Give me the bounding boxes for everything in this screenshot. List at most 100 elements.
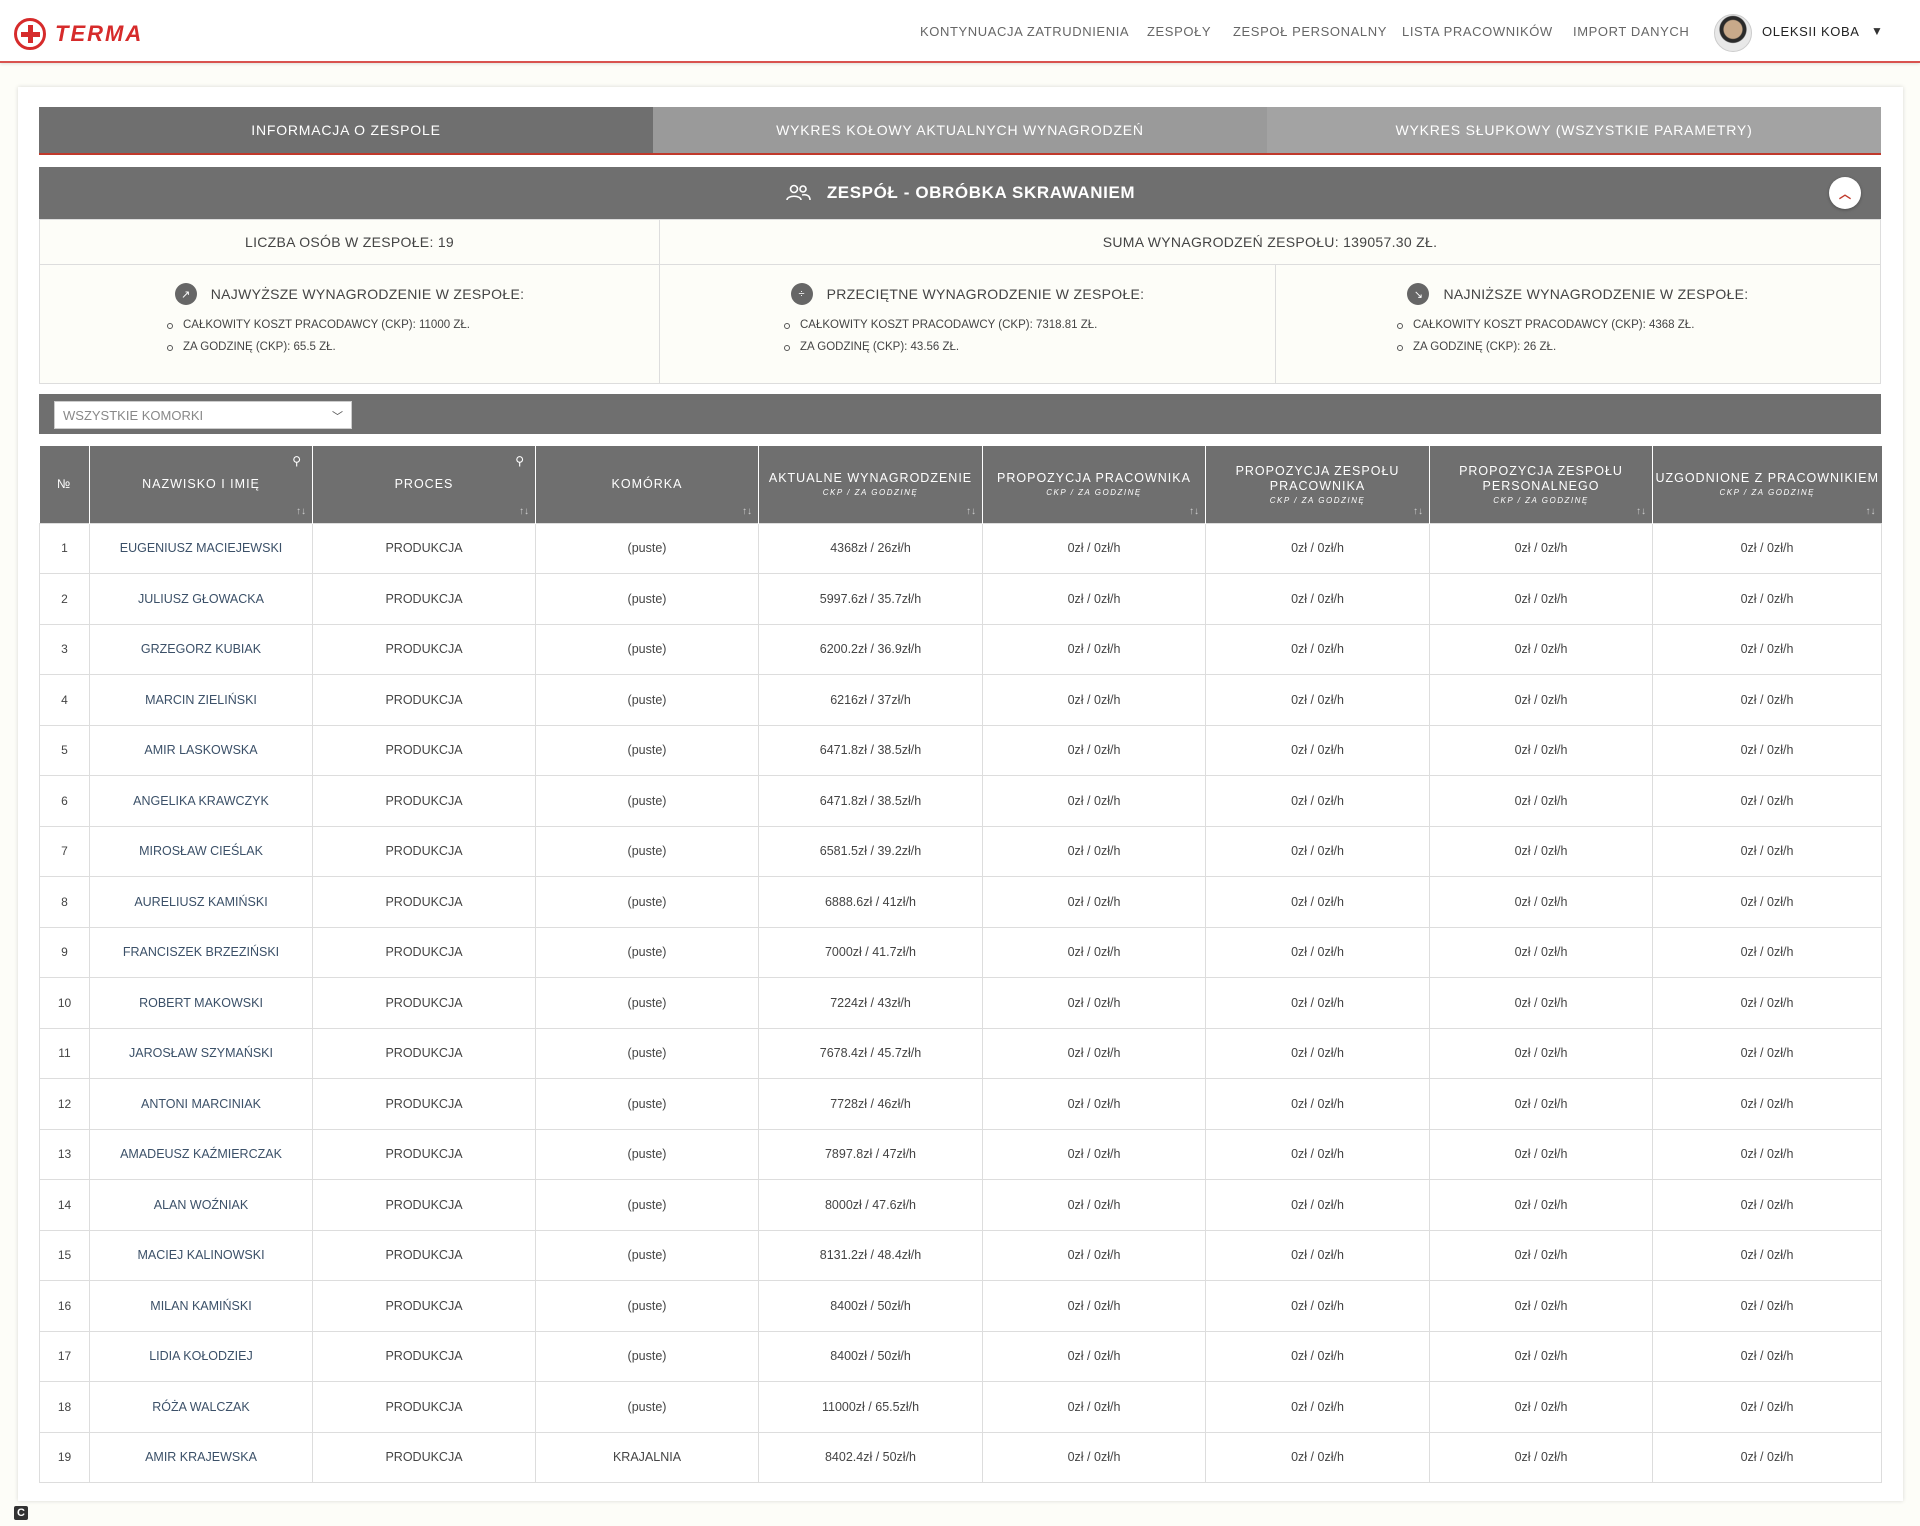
column-header[interactable]: UZGODNIONE Z PRACOWNIKIEM CKP / ZA GODZIN… — [1652, 446, 1882, 523]
table-row[interactable]: 10 ROBERT MAKOWSKI PRODUKCJA (puste) 7224zł … — [39, 977, 1882, 1029]
sort-icon[interactable]: ↑↓ — [1866, 506, 1876, 517]
table-cell: 0zł / 0zł/h — [982, 1431, 1206, 1483]
column-header[interactable]: KOMÓRKA ↑↓ — [535, 446, 759, 523]
search-icon[interactable]: ⚲ — [515, 454, 525, 468]
table-cell: 0zł / 0zł/h — [1652, 724, 1882, 776]
terma-logo[interactable]: TERMA — [14, 18, 143, 50]
table-row[interactable]: 17 LIDIA KOŁODZIEJ PRODUKCJA (puste) 8400zł … — [39, 1330, 1882, 1382]
column-header[interactable]: PROCES ⚲ ↑↓ — [312, 446, 536, 523]
table-cell: 0zł / 0zł/h — [1205, 1381, 1430, 1433]
table-cell: 0zł / 0zł/h — [982, 775, 1206, 827]
table-row[interactable]: 12 ANTONI MARCINIAK PRODUKCJA (puste) 7728zł… — [39, 1078, 1882, 1130]
table-row[interactable]: 11 JAROSŁAW SZYMAŃSKI PRODUKCJA (puste) 7678… — [39, 1027, 1882, 1079]
stat-hour: ZA GODZINĘ (CKP): 43.56 ZŁ. — [784, 341, 1097, 353]
table-cell: 0zł / 0zł/h — [982, 926, 1206, 978]
sort-icon[interactable]: ↑↓ — [519, 506, 529, 517]
table-row[interactable]: 7 MIROSŁAW CIEŚLAK PRODUKCJA (puste) 6581.5z… — [39, 825, 1882, 877]
table-cell: 0zł / 0zł/h — [982, 1381, 1206, 1433]
table-cell: PRODUKCJA — [312, 522, 536, 574]
table-cell: 7728zł / 46zł/h — [758, 1078, 983, 1130]
table-row[interactable]: 14 ALAN WOŹNIAK PRODUKCJA (puste) 8000zł / 4… — [39, 1179, 1882, 1231]
table-cell: JAROSŁAW SZYMAŃSKI — [89, 1027, 313, 1079]
nav-zespoly[interactable]: ZESPOŁY — [1147, 24, 1211, 39]
table-row[interactable]: 5 AMIR LASKOWSKA PRODUKCJA (puste) 6471.8zł … — [39, 724, 1882, 776]
table-cell: 4368zł / 26zł/h — [758, 522, 983, 574]
table-row[interactable]: 2 JULIUSZ GŁOWACKA PRODUKCJA (puste) 5997.6z… — [39, 573, 1882, 625]
nav-kontynuacja[interactable]: KONTYNUACJA ZATRUDNIENIA — [920, 24, 1129, 39]
sort-icon[interactable]: ↑↓ — [296, 506, 306, 517]
table-row[interactable]: 16 MILAN KAMIŃSKI PRODUKCJA (puste) 8400zł /… — [39, 1280, 1882, 1332]
table-cell: (puste) — [535, 775, 759, 827]
table-cell: 0zł / 0zł/h — [982, 623, 1206, 675]
table-cell: 0zł / 0zł/h — [982, 573, 1206, 625]
sort-icon[interactable]: ↑↓ — [1413, 506, 1423, 517]
sort-icon[interactable]: ↑↓ — [742, 506, 752, 517]
column-header-subtitle: CKP / ZA GODZINĘ — [1269, 495, 1366, 505]
table-cell: 0zł / 0zł/h — [1205, 1431, 1430, 1483]
table-cell: PRODUKCJA — [312, 1078, 536, 1130]
avatar[interactable] — [1714, 14, 1752, 52]
table-cell: 0zł / 0zł/h — [1652, 1431, 1882, 1483]
table-cell: 0zł / 0zł/h — [1429, 1381, 1653, 1433]
table-cell: JULIUSZ GŁOWACKA — [89, 573, 313, 625]
table-cell: 0zł / 0zł/h — [1429, 1179, 1653, 1231]
table-row[interactable]: 3 GRZEGORZ KUBIAK PRODUKCJA (puste) 6200.2zł… — [39, 623, 1882, 675]
sort-icon[interactable]: ↑↓ — [1189, 506, 1199, 517]
table-cell: MARCIN ZIELIŃSKI — [89, 674, 313, 726]
table-cell: 0zł / 0zł/h — [1652, 522, 1882, 574]
table-cell: 0zł / 0zł/h — [1652, 1078, 1882, 1130]
table-cell: 0zł / 0zł/h — [1205, 775, 1430, 827]
table-row[interactable]: 19 AMIR KRAJEWSKA PRODUKCJA KRAJALNIA 8402.4… — [39, 1431, 1882, 1483]
table-cell: (puste) — [535, 1179, 759, 1231]
sort-icon[interactable]: ↑↓ — [1636, 506, 1646, 517]
column-header-title: PROPOZYCJA PRACOWNIKA — [997, 471, 1191, 486]
komorka-select[interactable]: WSZYSTKIE KOMORKI ﹀ — [54, 401, 352, 429]
table-row[interactable]: 4 MARCIN ZIELIŃSKI PRODUKCJA (puste) 6216zł … — [39, 674, 1882, 726]
table-cell: 0zł / 0zł/h — [1429, 1431, 1653, 1483]
table-cell: ROBERT MAKOWSKI — [89, 977, 313, 1029]
table-row[interactable]: 1 EUGENIUSZ MACIEJEWSKI PRODUKCJA (puste) 43… — [39, 522, 1882, 574]
collapse-button[interactable]: ︿ — [1829, 177, 1861, 209]
table-cell: 0zł / 0zł/h — [982, 876, 1206, 928]
table-cell: LIDIA KOŁODZIEJ — [89, 1330, 313, 1382]
table-row[interactable]: 9 FRANCISZEK BRZEZIŃSKI PRODUKCJA (puste) 70… — [39, 926, 1882, 978]
column-header[interactable]: PROPOZYCJA ZESPOŁU PRACOWNIKA CKP / ZA GO… — [1205, 446, 1430, 523]
table-cell: 0zł / 0zł/h — [1205, 674, 1430, 726]
sort-icon[interactable]: ↑↓ — [966, 506, 976, 517]
tab-wykres-slupkowy[interactable]: WYKRES SŁUPKOWY (WSZYSTKIE PARAMETRY) — [1267, 107, 1881, 153]
nav-lista-pracownikow[interactable]: LISTA PRACOWNIKÓW — [1402, 24, 1553, 39]
table-cell: AMIR KRAJEWSKA — [89, 1431, 313, 1483]
table-cell: 0zł / 0zł/h — [1652, 876, 1882, 928]
team-salary-sum: SUMA WYNAGRODZEŃ ZESPOŁU: 139057.30 ZŁ. — [1102, 234, 1438, 250]
caret-down-icon[interactable]: ▼ — [1871, 24, 1883, 38]
nav-zespol-personalny[interactable]: ZESPOŁ PERSONALNY — [1233, 24, 1387, 39]
table-cell: 6581.5zł / 39.2zł/h — [758, 825, 983, 877]
column-header[interactable]: AKTUALNE WYNAGRODZENIE CKP / ZA GODZINĘ ↑↓ — [758, 446, 983, 523]
table-cell: 0zł / 0zł/h — [1429, 1229, 1653, 1281]
user-name[interactable]: OLEKSII KOBA — [1762, 24, 1860, 39]
tab-informacja[interactable]: INFORMACJA O ZESPOLE — [39, 107, 653, 153]
table-cell: 16 — [39, 1280, 90, 1332]
table-cell: 0zł / 0zł/h — [982, 674, 1206, 726]
nav-import-danych[interactable]: IMPORT DANYCH — [1573, 24, 1689, 39]
table-cell: PRODUKCJA — [312, 1128, 536, 1180]
search-icon[interactable]: ⚲ — [292, 454, 302, 468]
column-header[interactable]: PROPOZYCJA PRACOWNIKA CKP / ZA GODZINĘ ↑↓ — [982, 446, 1206, 523]
table-row[interactable]: 8 AURELIUSZ KAMIŃSKI PRODUKCJA (puste) 6888.… — [39, 876, 1882, 928]
table-row[interactable]: 6 ANGELIKA KRAWCZYK PRODUKCJA (puste) 6471.8… — [39, 775, 1882, 827]
table-cell: 6 — [39, 775, 90, 827]
table-cell: 6200.2zł / 36.9zł/h — [758, 623, 983, 675]
table-cell: 0zł / 0zł/h — [1205, 522, 1430, 574]
table-row[interactable]: 15 MACIEJ KALINOWSKI PRODUKCJA (puste) 8131.… — [39, 1229, 1882, 1281]
column-header[interactable]: NAZWISKO I IMIĘ ⚲ ↑↓ — [89, 446, 313, 523]
table-row[interactable]: 18 RÓŻA WALCZAK PRODUKCJA (puste) 11000zł / … — [39, 1381, 1882, 1433]
table-cell: EUGENIUSZ MACIEJEWSKI — [89, 522, 313, 574]
column-header[interactable]: PROPOZYCJA ZESPOŁU PERSONALNEGO CKP / ZA … — [1429, 446, 1653, 523]
tab-wykres-kolowy[interactable]: WYKRES KOŁOWY AKTUALNYCH WYNAGRODZEŃ — [653, 107, 1267, 153]
table-cell: AMIR LASKOWSKA — [89, 724, 313, 776]
stat-average: ÷ PRZECIĘTNE WYNAGRODZENIE W ZESPOŁE: CA… — [660, 265, 1276, 383]
table-cell: 0zł / 0zł/h — [982, 1280, 1206, 1332]
table-row[interactable]: 13 AMADEUSZ KAŹMIERCZAK PRODUKCJA (puste) 78… — [39, 1128, 1882, 1180]
table-cell: 6216zł / 37zł/h — [758, 674, 983, 726]
select-value: WSZYSTKIE KOMORKI — [63, 407, 204, 423]
